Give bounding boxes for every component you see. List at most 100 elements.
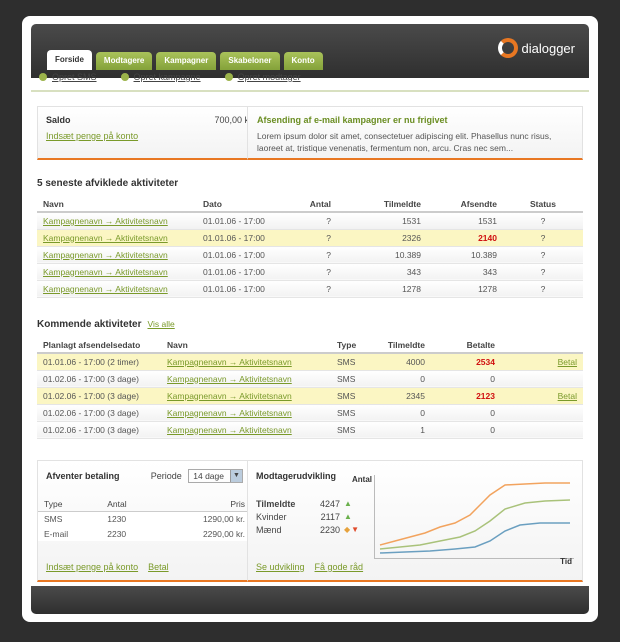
pris-cell: 1290,00 kr. <box>156 511 251 526</box>
action-cell[interactable]: Betal <box>501 387 583 405</box>
dato-cell: 01.01.06 - 17:00 <box>197 263 277 281</box>
navn-cell[interactable]: Kampagnenavn → Aktivitetsnavn <box>37 280 197 298</box>
col-antal[interactable]: Antal <box>277 196 337 213</box>
navn-cell[interactable]: Kampagnenavn → Aktivitetsnavn <box>161 404 331 422</box>
status-cell: ? <box>503 280 583 298</box>
col-navn[interactable]: Navn <box>161 337 331 354</box>
series-tilmeldte <box>379 482 570 546</box>
pending-title: Afventer betaling <box>46 471 120 481</box>
upcoming-title: Kommende aktiviteter Vis alle <box>37 319 175 330</box>
type-cell: SMS <box>331 421 371 439</box>
completed-table: Navn Dato Antal Tilmeldte Afsendte Statu… <box>37 196 583 298</box>
tab-kampagner[interactable]: Kampagner <box>156 52 217 70</box>
action-cell[interactable]: Betal <box>501 353 583 371</box>
navn-cell[interactable]: Kampagnenavn → Aktivitetsnavn <box>161 370 331 388</box>
pay-link: Betal <box>557 356 577 367</box>
dato-cell: 01.01.06 - 17:00 (2 timer) <box>37 353 161 371</box>
create-recipient-link[interactable]: Opret modtager <box>224 72 301 82</box>
pay-link[interactable]: Betal <box>148 562 169 572</box>
navn-cell[interactable]: Kampagnenavn → Aktivitetsnavn <box>37 229 197 247</box>
tilmeldte-cell: 1531 <box>337 212 427 230</box>
antal-cell: ? <box>277 229 337 247</box>
afsendte-cell: 343 <box>427 263 503 281</box>
col-tilmeldte[interactable]: Tilmeldte <box>337 196 427 213</box>
navn-cell[interactable]: Kampagnenavn → Aktivitetsnavn <box>161 387 331 405</box>
tab-skabeloner[interactable]: Skabeloner <box>220 52 280 70</box>
create-campaign-link[interactable]: Opret kampagne <box>120 72 201 82</box>
period-select[interactable]: 14 dage ▼ <box>188 469 243 483</box>
deposit-link[interactable]: Indsæt penge på konto <box>46 562 138 572</box>
type-cell: SMS <box>331 370 371 388</box>
saldo-label: Saldo <box>46 115 71 125</box>
navn-cell[interactable]: Kampagnenavn → Aktivitetsnavn <box>37 246 197 264</box>
see-development-link[interactable]: Se udvikling <box>256 562 305 572</box>
news-title[interactable]: Afsending af e-mail kampagner er nu frig… <box>257 115 573 125</box>
col-pris: Pris <box>156 497 251 512</box>
col-type[interactable]: Type <box>331 337 371 354</box>
dato-cell: 01.02.06 - 17:00 (3 dage) <box>37 404 161 422</box>
tilmeldte-cell: 1 <box>371 421 431 439</box>
main-tabs: Forside Modtagere Kampagner Skabeloner K… <box>47 50 323 70</box>
create-campaign-label: Opret kampagne <box>133 72 201 82</box>
create-sms-link[interactable]: Opret SMS <box>39 72 97 82</box>
col-status[interactable]: Status <box>503 196 583 213</box>
table-row: Kampagnenavn → Aktivitetsnavn 01.01.06 - … <box>37 263 583 281</box>
tilmeldte-cell: 2326 <box>337 229 427 247</box>
col-afsendte[interactable]: Afsendte <box>427 196 503 213</box>
afsendte-cell: 1531 <box>427 212 503 230</box>
table-row: Kampagnenavn → Aktivitetsnavn 01.01.06 - … <box>37 280 583 298</box>
table-row: SMS 1230 1290,00 kr. <box>38 511 251 526</box>
tab-konto[interactable]: Konto <box>283 52 323 70</box>
get-advice-link[interactable]: Få gode råd <box>315 562 364 572</box>
chevron-down-icon[interactable]: ▼ <box>230 470 242 482</box>
news-box: Afsending af e-mail kampagner er nu frig… <box>247 106 583 160</box>
page-frame: Forside Modtagere Kampagner Skabeloner K… <box>22 16 598 622</box>
col-tilmeldte[interactable]: Tilmeldte <box>371 337 431 354</box>
table-row: Kampagnenavn → Aktivitetsnavn 01.01.06 - … <box>37 246 583 264</box>
col-action <box>501 337 583 354</box>
table-row: 01.01.06 - 17:00 (2 timer) Kampagnenavn →… <box>37 353 583 371</box>
tilmeldte-cell: 4000 <box>371 353 431 371</box>
recipient-dev-title: Modtagerudvikling <box>256 471 337 481</box>
tab-forside[interactable]: Forside <box>47 50 92 70</box>
tilmeldte-cell: 0 <box>371 404 431 422</box>
dato-cell: 01.01.06 - 17:00 <box>197 280 277 298</box>
col-betalte[interactable]: Betalte <box>431 337 501 354</box>
deposit-link[interactable]: Indsæt penge på konto <box>46 131 138 141</box>
dato-cell: 01.01.06 - 17:00 <box>197 212 277 230</box>
antal-cell: ? <box>277 212 337 230</box>
antal-cell: 1230 <box>101 511 157 526</box>
col-type: Type <box>38 497 102 512</box>
create-recipient-label: Opret modtager <box>237 72 301 82</box>
view-all-link[interactable]: Vis alle <box>147 319 174 329</box>
trend-up-icon: ▲ <box>344 512 352 521</box>
col-dato[interactable]: Dato <box>197 196 277 213</box>
recipient-chart <box>374 475 574 559</box>
navn-cell[interactable]: Kampagnenavn → Aktivitetsnavn <box>161 353 331 371</box>
pay-link: Betal <box>557 390 577 401</box>
dato-cell: 01.02.06 - 17:00 (3 dage) <box>37 387 161 405</box>
afsendte-cell: 2140 <box>427 229 503 247</box>
dato-cell: 01.02.06 - 17:00 (3 dage) <box>37 370 161 388</box>
betalte-cell: 2123 <box>431 387 501 405</box>
upcoming-table: Planlagt afsendelsedato Navn Type Tilmel… <box>37 337 583 439</box>
antal-cell: ? <box>277 280 337 298</box>
upcoming-title-text: Kommende aktiviteter <box>37 319 142 330</box>
navn-cell[interactable]: Kampagnenavn → Aktivitetsnavn <box>37 212 197 230</box>
col-planlagt[interactable]: Planlagt afsendelsedato <box>37 337 161 354</box>
tilmeldte-cell: 10.389 <box>337 246 427 264</box>
antal-cell: 2230 <box>101 526 157 541</box>
col-navn[interactable]: Navn <box>37 196 197 213</box>
table-row: 01.02.06 - 17:00 (3 dage) Kampagnenavn → … <box>37 421 583 439</box>
plus-icon <box>39 73 47 81</box>
table-row: E-mail 2230 2290,00 kr. <box>38 526 251 541</box>
antal-cell: ? <box>277 263 337 281</box>
col-antal: Antal <box>101 497 157 512</box>
navn-cell[interactable]: Kampagnenavn → Aktivitetsnavn <box>37 263 197 281</box>
navn-cell[interactable]: Kampagnenavn → Aktivitetsnavn <box>161 421 331 439</box>
betalte-cell: 2534 <box>431 353 501 371</box>
tab-modtagere[interactable]: Modtagere <box>95 52 153 70</box>
logo-text: dialogger <box>521 40 576 56</box>
series-kvinder <box>379 499 571 550</box>
table-row: Kampagnenavn → Aktivitetsnavn 01.01.06 - … <box>37 229 583 247</box>
